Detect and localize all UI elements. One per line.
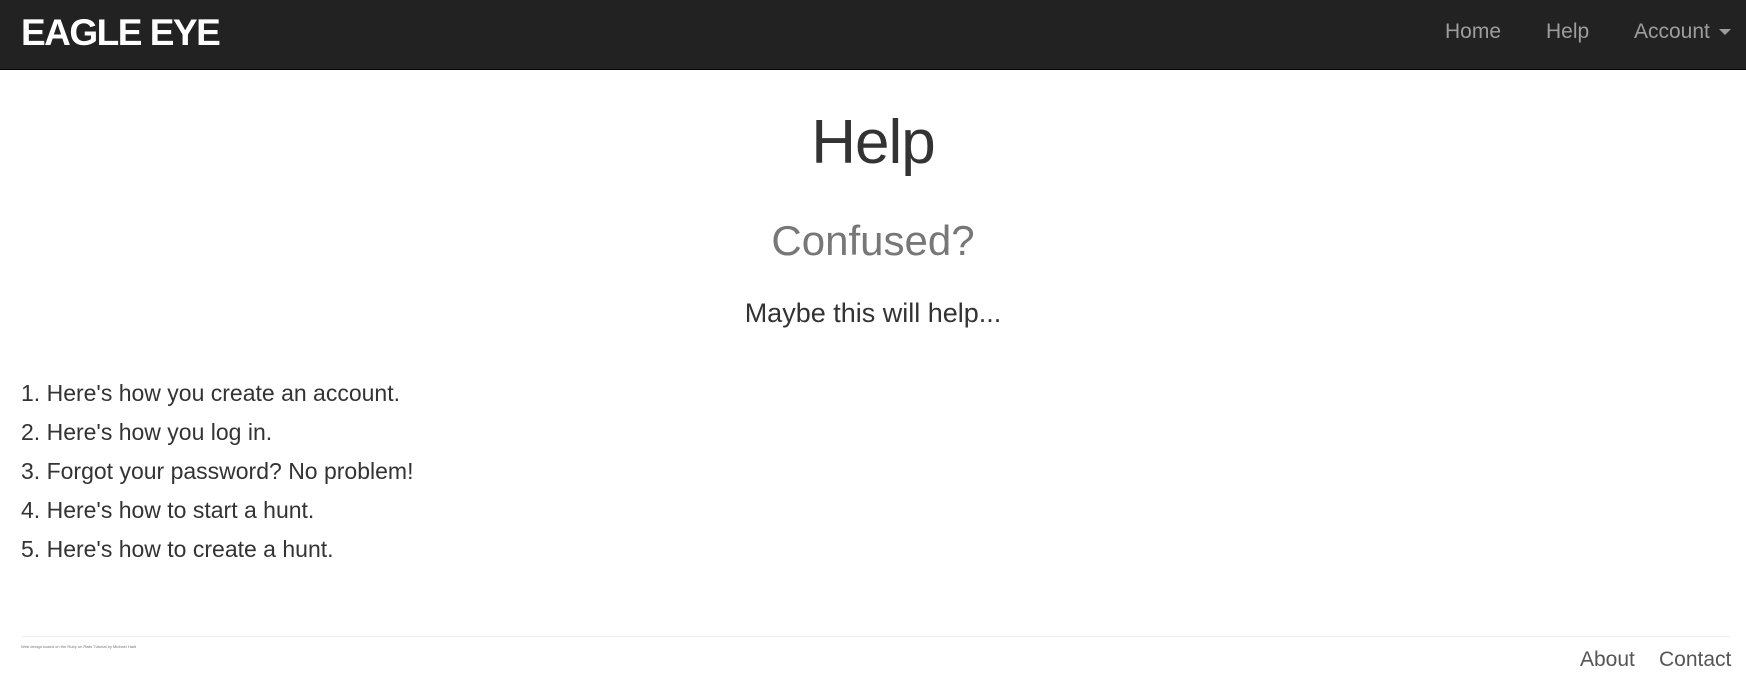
help-list-item: 4. Here's how to start a hunt. (21, 492, 413, 531)
help-list-item: 1. Here's how you create an account. (21, 375, 413, 414)
help-item-text: Forgot your password? No problem! (46, 458, 414, 484)
help-item-text: Here's how you log in. (46, 419, 273, 445)
footer-about-link[interactable]: About (1580, 648, 1635, 672)
help-item-number: 3. (21, 458, 41, 484)
help-item-text: Here's how to create a hunt. (46, 536, 334, 562)
help-item-number: 4. (21, 497, 41, 523)
help-list-item: 2. Here's how you log in. (21, 414, 413, 453)
nav-account-label: Account (1634, 20, 1710, 43)
help-list-item: 5. Here's how to create a hunt. (21, 531, 413, 570)
page-subtitle: Confused? (771, 217, 975, 264)
footer-contact-link[interactable]: Contact (1659, 648, 1731, 672)
help-item-number: 1. (21, 380, 41, 406)
page-title: Help (811, 108, 936, 177)
help-item-text: Here's how to start a hunt. (46, 497, 315, 523)
help-item-text: Here's how you create an account. (46, 380, 401, 406)
nav-help-link[interactable]: Help (1546, 20, 1589, 44)
help-item-number: 5. (21, 536, 41, 562)
nav-account-dropdown[interactable]: Account (1634, 20, 1731, 44)
footer-credit: Web design based on the Ruby on Rails Tu… (21, 644, 137, 649)
help-list-item: 3. Forgot your password? No problem! (21, 453, 413, 492)
help-list: 1. Here's how you create an account. 2. … (21, 375, 413, 570)
nav-home-link[interactable]: Home (1445, 20, 1501, 44)
brand-logo-link[interactable]: EAGLE EYE (21, 13, 221, 53)
navbar: EAGLE EYE Home Help Account (0, 0, 1746, 70)
caret-down-icon (1718, 29, 1731, 36)
footer-divider (21, 636, 1731, 637)
intro-text: Maybe this will help... (744, 298, 1002, 328)
help-item-number: 2. (21, 419, 41, 445)
